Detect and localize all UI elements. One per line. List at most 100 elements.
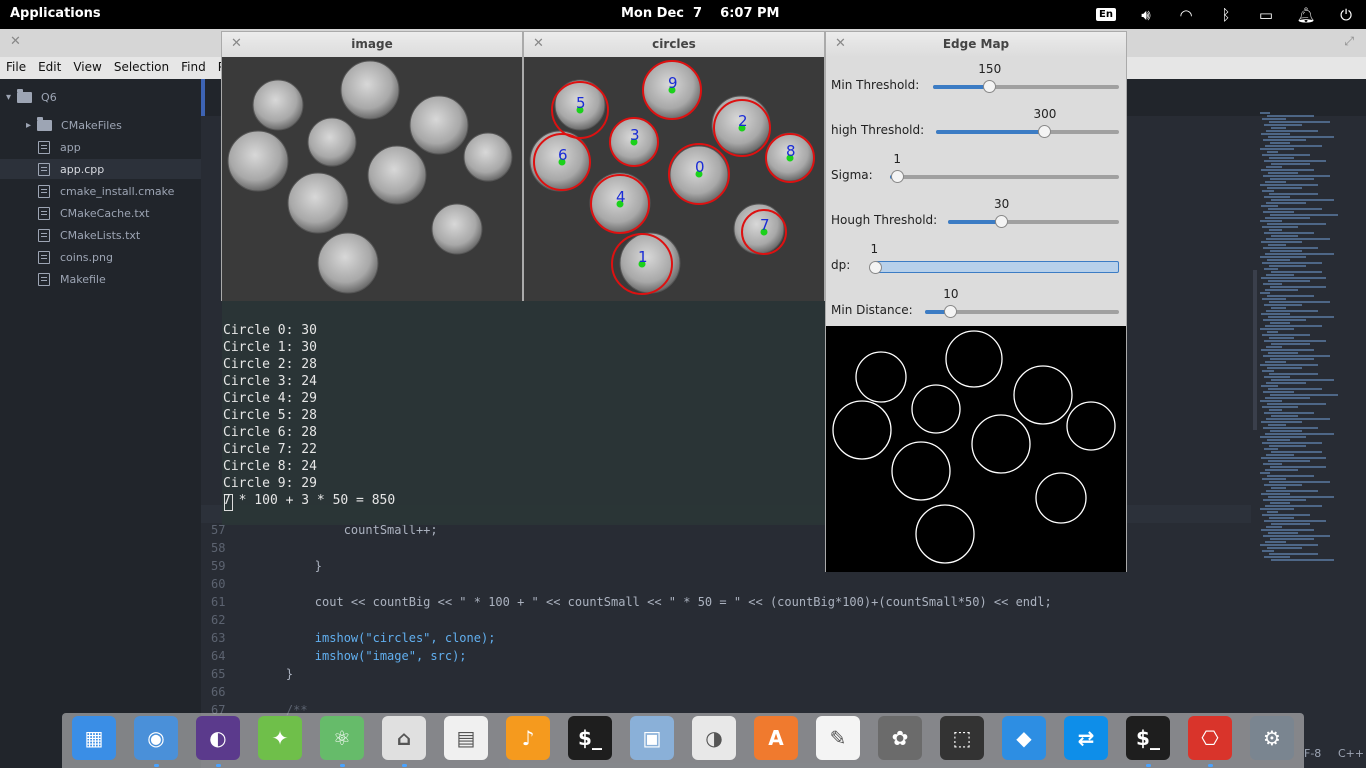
minimap-line (1263, 283, 1282, 285)
minimap-line (1262, 118, 1286, 120)
trackbar-handle[interactable] (944, 305, 958, 318)
pdf-viewer-icon[interactable]: ⎔ (1188, 716, 1232, 760)
switchboard-toggle-icon[interactable]: ◑ (692, 716, 736, 760)
code-line: imshow("circles", clone); (257, 631, 496, 645)
minimap[interactable] (1255, 87, 1366, 587)
minimap-line (1268, 208, 1322, 210)
trackbar-handle[interactable] (995, 215, 1008, 228)
minimap-line (1270, 322, 1290, 324)
terminal-icon[interactable]: $_ (568, 716, 612, 760)
close-icon[interactable]: ✕ (10, 34, 21, 49)
android-studio-icon[interactable]: ✦ (258, 716, 302, 760)
minimap-line (1269, 517, 1294, 519)
menu-selection[interactable]: Selection (108, 57, 175, 79)
menu-view[interactable]: View (67, 57, 107, 79)
wifi-icon[interactable]: ◠ (1171, 0, 1201, 29)
tree-root-q6[interactable]: ▾ Q6 (6, 87, 57, 107)
appcenter-icon[interactable]: A (754, 716, 798, 760)
trackbar-slider[interactable] (933, 80, 1119, 93)
minimap-line (1268, 388, 1322, 390)
tree-item-label: CMakeLists.txt (60, 228, 141, 242)
terminal-line: Circle 5: 28 (223, 408, 317, 423)
trackbar-slider[interactable] (948, 215, 1119, 228)
trackbar-handle[interactable] (890, 170, 904, 183)
tree-item-label: app.cpp (60, 162, 105, 176)
notification-icon[interactable]: 🔔︎ (1291, 0, 1321, 29)
minimap-line (1264, 484, 1302, 486)
trackbar-slider[interactable] (936, 125, 1119, 138)
minimap-line (1263, 319, 1306, 321)
bluetooth-icon[interactable]: ᛒ (1211, 0, 1241, 29)
menu-file[interactable]: File (0, 57, 32, 79)
tree-item-coins-png[interactable]: coins.png (38, 247, 113, 267)
dropbox-icon[interactable]: ◆ (1002, 716, 1046, 760)
tree-item-cmakefiles[interactable]: ▸ CMakeFiles (26, 115, 122, 135)
tree-item-app[interactable]: app (38, 137, 81, 157)
minimap-line (1262, 370, 1274, 372)
terminal-output[interactable]: Circle 0: 30 Circle 1: 30 Circle 2: 28 Circ… (222, 300, 825, 525)
coin (409, 95, 469, 155)
chromium-icon[interactable]: ◉ (134, 716, 178, 760)
line-number: 60 (211, 577, 226, 591)
minimap-line (1266, 346, 1282, 348)
trackbar-label: high Threshold: (831, 123, 925, 137)
minimap-line (1263, 463, 1282, 465)
minimap-line (1271, 271, 1322, 273)
menu-edit[interactable]: Edit (32, 57, 67, 79)
tree-item-cmake-install[interactable]: cmake_install.cmake (38, 181, 174, 201)
multitasking-view-icon[interactable]: ▦ (72, 716, 116, 760)
teamviewer-icon[interactable]: ⇄ (1064, 716, 1108, 760)
eclipse-icon[interactable]: ◐ (196, 716, 240, 760)
applications-menu[interactable]: Applications (10, 6, 101, 21)
tree-item-label: coins.png (60, 250, 113, 264)
atom-icon[interactable]: ⚛ (320, 716, 364, 760)
status-grammar[interactable]: C++ (1338, 747, 1364, 760)
tree-item-cmakecache[interactable]: CMakeCache.txt (38, 203, 150, 223)
minimap-line (1262, 514, 1310, 516)
trackbar-value: 150 (978, 62, 1002, 76)
trackbar-handle[interactable] (982, 80, 996, 93)
minimap-line (1262, 442, 1322, 444)
minimap-line (1260, 112, 1270, 114)
window-title: Edge Map (942, 37, 1010, 51)
screenshot-icon[interactable]: ⬚ (940, 716, 984, 760)
status-encoding[interactable]: F-8 (1304, 747, 1321, 760)
power-icon[interactable]: ⏻ (1331, 0, 1361, 29)
trackbar-slider[interactable] (869, 261, 1119, 274)
minimap-line (1267, 295, 1314, 297)
image-window-titlebar[interactable]: ✕ image (222, 32, 522, 57)
tree-item-makefile[interactable]: Makefile (38, 269, 106, 289)
circles-window-titlebar[interactable]: ✕ circles (524, 32, 824, 57)
terminal-2-icon[interactable]: $_ (1126, 716, 1170, 760)
clock[interactable]: Mon Dec 7 6:07 PM (621, 6, 780, 21)
keyboard-layout-indicator[interactable]: En (1091, 0, 1121, 29)
coin (367, 145, 427, 205)
minimap-line (1268, 316, 1334, 318)
minimap-line (1262, 226, 1298, 228)
minimap-line (1263, 175, 1330, 177)
trackbar-label: Min Threshold: (831, 78, 920, 92)
text-editor-icon[interactable]: ✎ (816, 716, 860, 760)
minimap-line (1265, 253, 1334, 255)
menu-find[interactable]: Find (175, 57, 212, 79)
tree-item-cmakelists[interactable]: CMakeLists.txt (38, 225, 140, 245)
music-icon[interactable]: ♪ (506, 716, 550, 760)
minimap-line (1268, 532, 1298, 534)
settings-icon[interactable]: ⚙ (1250, 716, 1294, 760)
calendar-icon[interactable]: ▤ (444, 716, 488, 760)
battery-icon[interactable]: ▭ (1251, 0, 1281, 29)
tree-item-app-cpp[interactable]: app.cpp (0, 159, 201, 179)
maximize-icon[interactable]: ⤢ (1344, 34, 1354, 49)
minimap-line (1269, 553, 1318, 555)
coin (307, 117, 357, 167)
trackbar-handle[interactable] (869, 261, 882, 274)
photos-icon[interactable]: ▣ (630, 716, 674, 760)
minimap-line (1269, 373, 1318, 375)
trackbar-slider[interactable] (925, 305, 1119, 318)
trackbar-slider[interactable] (890, 170, 1119, 183)
edge-map-titlebar[interactable]: ✕ Edge Map (826, 32, 1126, 57)
trackbar-handle[interactable] (1037, 125, 1051, 138)
files-icon[interactable]: ⌂ (382, 716, 426, 760)
gimp-icon[interactable]: ✿ (878, 716, 922, 760)
volume-icon[interactable]: 🔊︎ (1131, 0, 1161, 29)
